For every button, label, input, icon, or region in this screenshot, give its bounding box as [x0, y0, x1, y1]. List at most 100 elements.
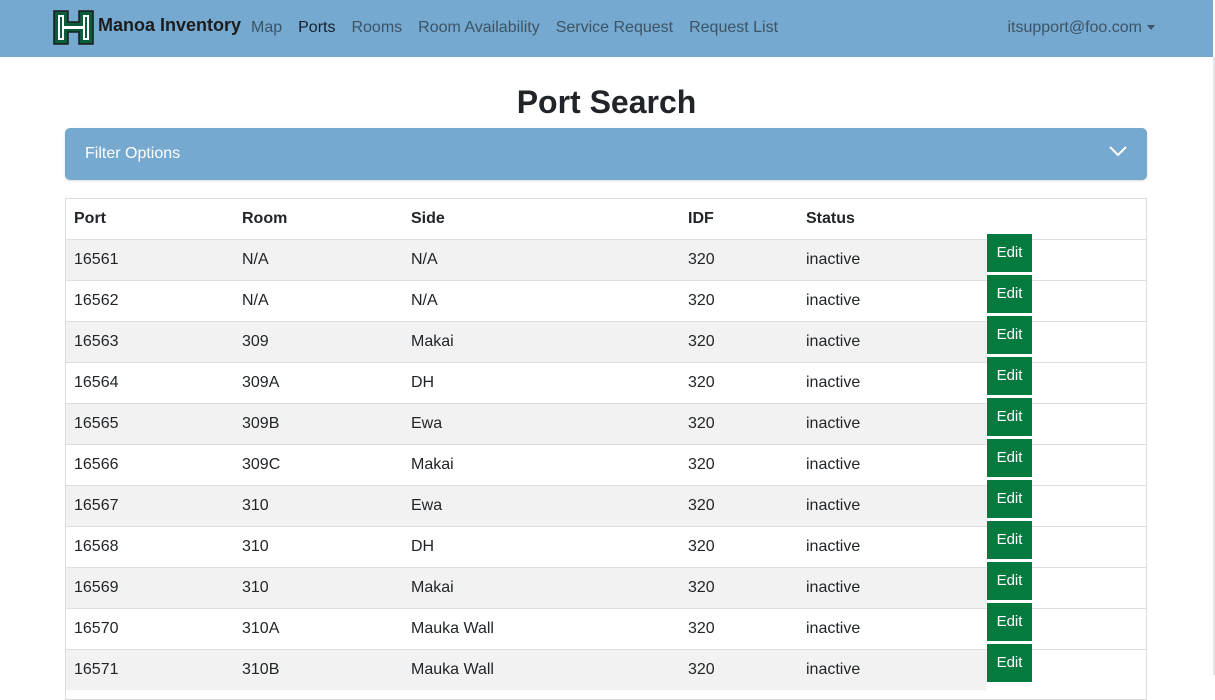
col-header-idf: IDF [688, 210, 714, 227]
cell-port: 16566 [66, 444, 234, 486]
cell-room: 310 [234, 526, 403, 568]
cell-port: 16571 [66, 649, 234, 690]
edit-button[interactable]: Edit [987, 562, 1032, 600]
cell-room: N/A [234, 239, 403, 281]
edit-button[interactable]: Edit [987, 439, 1032, 477]
table-row: 16567 310 Ewa 320 inactive Edit [66, 480, 1146, 527]
nav-link-request-list[interactable]: Request List [689, 18, 778, 38]
edit-button[interactable]: Edit [987, 521, 1032, 559]
cell-port: 16564 [66, 362, 234, 404]
cell-port: 16561 [66, 239, 234, 281]
chevron-down-icon [1109, 146, 1127, 157]
cell-side: Makai [403, 321, 680, 363]
cell-idf: 320 [680, 567, 798, 609]
col-header-room: Room [242, 210, 288, 227]
edit-button[interactable]: Edit [987, 644, 1032, 682]
cell-port: 16569 [66, 567, 234, 609]
user-email: itsupport@foo.com [1007, 19, 1142, 36]
edit-button[interactable]: Edit [987, 275, 1032, 313]
cell-room: 310A [234, 608, 403, 650]
edit-button[interactable]: Edit [987, 234, 1032, 272]
cell-status: inactive [798, 567, 987, 609]
cell-idf: 320 [680, 485, 798, 527]
cell-actions: Edit [987, 644, 1146, 690]
cell-status: inactive [798, 649, 987, 690]
cell-status: inactive [798, 485, 987, 527]
h-logo-icon [53, 9, 94, 45]
cell-status: inactive [798, 526, 987, 568]
cell-status: inactive [798, 239, 987, 281]
cell-port: 16565 [66, 403, 234, 445]
cell-room: N/A [234, 280, 403, 322]
table-row: 16571 310B Mauka Wall 320 inactive Edit [66, 644, 1146, 690]
edit-button[interactable]: Edit [987, 357, 1032, 395]
cell-port: 16562 [66, 280, 234, 322]
ports-table-container: Port Room Side IDF Status 16561 N/A N/A 320… [65, 198, 1147, 700]
cell-idf: 320 [680, 321, 798, 363]
nav-link-ports[interactable]: Ports [298, 18, 335, 38]
table-row: 16561 N/A N/A 320 inactive Edit [66, 234, 1146, 281]
table-row: 16568 310 DH 320 inactive Edit [66, 521, 1146, 568]
table-row: 16564 309A DH 320 inactive Edit [66, 357, 1146, 404]
col-header-status: Status [806, 210, 855, 227]
cell-idf: 320 [680, 403, 798, 445]
cell-room: 309B [234, 403, 403, 445]
cell-status: inactive [798, 321, 987, 363]
cell-idf: 320 [680, 362, 798, 404]
cell-side: N/A [403, 280, 680, 322]
edit-button[interactable]: Edit [987, 480, 1032, 518]
filter-options-toggle[interactable]: Filter Options [65, 128, 1147, 180]
cell-room: 309 [234, 321, 403, 363]
table-row: 16569 310 Makai 320 inactive Edit [66, 562, 1146, 609]
cell-side: Mauka Wall [403, 649, 680, 690]
nav-link-rooms[interactable]: Rooms [351, 18, 402, 38]
cell-idf: 320 [680, 608, 798, 650]
nav-link-map[interactable]: Map [251, 18, 282, 38]
cell-status: inactive [798, 362, 987, 404]
cell-room: 309A [234, 362, 403, 404]
cell-status: inactive [798, 280, 987, 322]
cell-port: 16567 [66, 485, 234, 527]
cell-idf: 320 [680, 649, 798, 690]
edit-button[interactable]: Edit [987, 603, 1032, 641]
nav-link-service-request[interactable]: Service Request [556, 18, 673, 38]
col-header-port: Port [74, 210, 106, 227]
cell-room: 310 [234, 567, 403, 609]
brand-title: Manoa Inventory [98, 15, 242, 35]
nav-links: Map Ports Rooms Room Availability Servic… [251, 18, 794, 38]
navbar: Manoa Inventory Map Ports Rooms Room Ava… [0, 0, 1213, 57]
ports-table: Port Room Side IDF Status 16561 N/A N/A 320… [66, 199, 1146, 690]
cell-room: 310B [234, 649, 403, 690]
table-row: 16562 N/A N/A 320 inactive Edit [66, 275, 1146, 322]
cell-side: Mauka Wall [403, 608, 680, 650]
cell-status: inactive [798, 608, 987, 650]
cell-idf: 320 [680, 239, 798, 281]
cell-idf: 320 [680, 280, 798, 322]
edit-button[interactable]: Edit [987, 316, 1032, 354]
cell-side: Ewa [403, 485, 680, 527]
cell-side: DH [403, 526, 680, 568]
cell-port: 16568 [66, 526, 234, 568]
cell-port: 16570 [66, 608, 234, 650]
user-menu[interactable]: itsupport@foo.com [1007, 18, 1155, 38]
cell-side: Ewa [403, 403, 680, 445]
cell-room: 309C [234, 444, 403, 486]
table-row: 16563 309 Makai 320 inactive Edit [66, 316, 1146, 363]
cell-idf: 320 [680, 444, 798, 486]
cell-side: Makai [403, 567, 680, 609]
table-body: 16561 N/A N/A 320 inactive Edit 16562 N/A N/A 320… [66, 234, 1146, 690]
table-row: 16565 309B Ewa 320 inactive Edit [66, 398, 1146, 445]
cell-idf: 320 [680, 526, 798, 568]
brand[interactable]: Manoa Inventory [52, 8, 241, 46]
table-row: 16570 310A Mauka Wall 320 inactive Edit [66, 603, 1146, 650]
col-header-side: Side [411, 210, 445, 227]
cell-port: 16563 [66, 321, 234, 363]
table-header-row: Port Room Side IDF Status [66, 199, 1146, 240]
cell-status: inactive [798, 444, 987, 486]
cell-side: Makai [403, 444, 680, 486]
cell-side: N/A [403, 239, 680, 281]
table-row: 16566 309C Makai 320 inactive Edit [66, 439, 1146, 486]
cell-room: 310 [234, 485, 403, 527]
nav-link-room-availability[interactable]: Room Availability [418, 18, 540, 38]
edit-button[interactable]: Edit [987, 398, 1032, 436]
